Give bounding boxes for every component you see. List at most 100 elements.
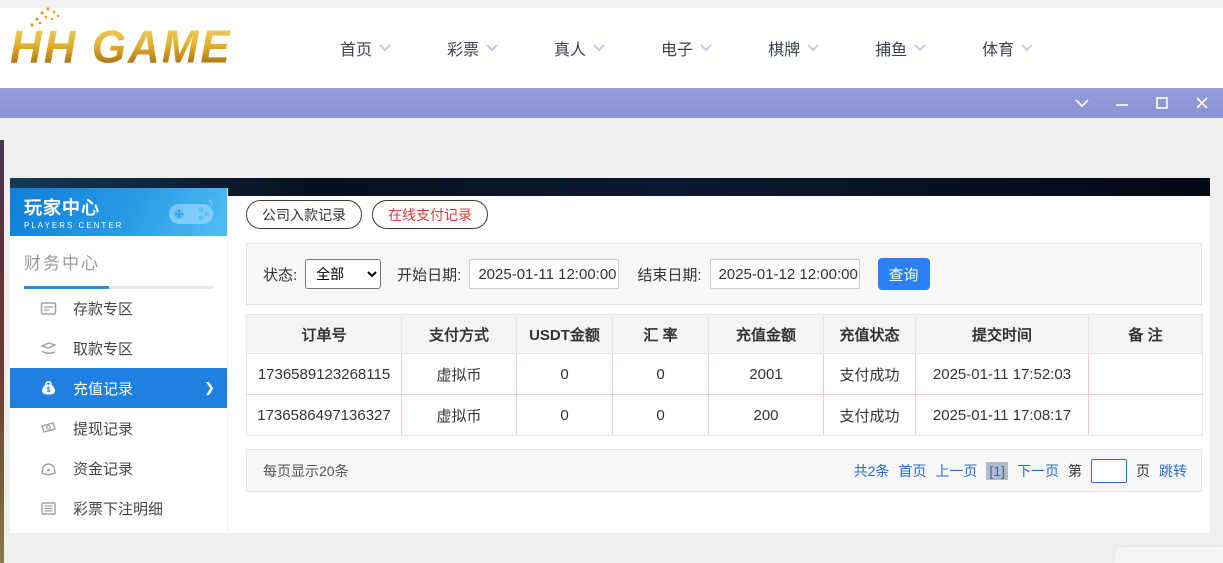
start-date-input[interactable] [469, 259, 619, 289]
desktop-edge-decoration [0, 140, 4, 563]
sidebar-item-funds-records[interactable]: 资金记录 [10, 448, 227, 488]
list-icon [40, 500, 57, 517]
chevron-down-icon [1074, 98, 1090, 108]
cell-exchange-rate: 0 [613, 354, 709, 395]
chevron-right-icon: ❯ [204, 380, 215, 396]
sidebar-item-withdrawal-records[interactable]: 提现记录 [10, 408, 227, 448]
chevron-down-icon [914, 44, 926, 52]
close-icon [1195, 96, 1209, 110]
col-payment-method: 支付方式 [402, 315, 517, 354]
money-bag-icon: $ [40, 380, 57, 397]
chevron-down-icon [379, 44, 391, 52]
window-dropdown-button[interactable] [1069, 92, 1095, 114]
chevron-down-icon [700, 44, 712, 52]
prev-page-link[interactable]: 上一页 [935, 461, 977, 481]
pagination-bar: 每页显示20条 共2条 首页 上一页 [1] 下一页 第 页 跳转 [246, 449, 1202, 492]
cell-submit-time: 2025-01-11 17:08:17 [916, 395, 1089, 436]
nav-item-cards[interactable]: 棋牌 [768, 36, 819, 60]
window-close-button[interactable] [1189, 92, 1215, 114]
brand-name: HH GAME [10, 22, 232, 75]
deposit-card-icon [40, 300, 57, 317]
sidebar-section-finance: 财务中心 [10, 236, 227, 288]
sidebar-item-withdraw-zone[interactable]: 取款专区 [10, 328, 227, 368]
total-count-text: 共2条 [854, 461, 890, 481]
col-usdt-amount: USDT金额 [517, 315, 613, 354]
nav-item-sports[interactable]: 体育 [982, 36, 1033, 60]
col-submit-time: 提交时间 [916, 315, 1089, 354]
cell-recharge-status: 支付成功 [824, 395, 916, 436]
maximize-icon [1155, 96, 1169, 110]
cell-order-id: 1736586497136327 [247, 395, 402, 436]
cell-usdt-amount: 0 [517, 395, 613, 436]
sidebar-item-deposit-zone[interactable]: 存款专区 [10, 288, 227, 328]
main-content: 公司入款记录 在线支付记录 状态: 全部 开始日期: 结束日期: 查询 订单号 … [236, 196, 1210, 533]
cell-recharge-amount: 200 [709, 395, 824, 436]
tab-company-deposit-records[interactable]: 公司入款记录 [246, 200, 362, 229]
status-label: 状态: [263, 264, 297, 285]
jump-page-input[interactable] [1091, 459, 1127, 483]
sidebar-item-lottery-bet-detail[interactable]: 彩票下注明细 [10, 488, 227, 528]
site-header: HH GAME 首页 彩票 真人 电子 棋牌 捕鱼 体育 [0, 0, 1223, 88]
minimize-icon [1114, 98, 1130, 108]
cell-exchange-rate: 0 [613, 395, 709, 436]
sidebar-item-recharge-records[interactable]: $ 充值记录 ❯ [10, 368, 227, 408]
sidebar: 玩家中心 PLAYERS CENTER 财务中心 存款专区 [10, 188, 228, 533]
cell-order-id: 1736589123268115 [247, 354, 402, 395]
cell-payment-method: 虚拟币 [402, 395, 517, 436]
current-page-indicator: [1] [986, 462, 1008, 480]
sidebar-item-label: 充值记录 [73, 378, 133, 399]
sidebar-item-label: 彩票下注明细 [73, 498, 163, 519]
floating-widget [1115, 547, 1223, 563]
filter-bar: 状态: 全部 开始日期: 结束日期: 查询 [246, 243, 1202, 305]
sidebar-item-label: 取款专区 [73, 338, 133, 359]
gamepad-icon [165, 196, 217, 230]
search-button[interactable]: 查询 [878, 258, 930, 290]
col-recharge-status: 充值状态 [824, 315, 916, 354]
col-recharge-amount: 充值金额 [709, 315, 824, 354]
table-row: 1736586497136327 虚拟币 0 0 200 支付成功 2025-0… [247, 395, 1203, 436]
withdraw-hand-icon [40, 340, 57, 357]
table-row: 1736589123268115 虚拟币 0 0 2001 支付成功 2025-… [247, 354, 1203, 395]
sidebar-item-label: 提现记录 [73, 418, 133, 439]
cell-payment-method: 虚拟币 [402, 354, 517, 395]
banknote-icon [40, 420, 57, 437]
col-remark: 备 注 [1089, 315, 1203, 354]
sidebar-item-label: 资金记录 [73, 458, 133, 479]
sidebar-menu: 存款专区 取款专区 $ 充值记录 ❯ 提现记录 [10, 288, 227, 528]
brand-logo[interactable]: HH GAME [10, 23, 290, 73]
chevron-down-icon [807, 44, 819, 52]
cell-recharge-status: 支付成功 [824, 354, 916, 395]
nav-item-fishing[interactable]: 捕鱼 [875, 36, 926, 60]
chevron-down-icon [486, 44, 498, 52]
nav-item-home[interactable]: 首页 [340, 36, 391, 60]
pager: 共2条 首页 上一页 [1] 下一页 第 页 跳转 [854, 459, 1187, 483]
cell-remark [1089, 354, 1203, 395]
nav-item-slots[interactable]: 电子 [661, 36, 712, 60]
main-nav: 首页 彩票 真人 电子 棋牌 捕鱼 体育 [340, 36, 1033, 60]
start-date-label: 开始日期: [397, 264, 461, 285]
sidebar-item-label: 存款专区 [73, 298, 133, 319]
record-tabs: 公司入款记录 在线支付记录 [246, 200, 1210, 229]
nav-item-live[interactable]: 真人 [554, 36, 605, 60]
jump-prefix-label: 第 [1068, 461, 1082, 481]
status-select[interactable]: 全部 [305, 259, 381, 289]
jump-button[interactable]: 跳转 [1159, 461, 1187, 481]
section-title: 财务中心 [24, 249, 213, 274]
sidebar-header: 玩家中心 PLAYERS CENTER [10, 188, 227, 236]
chevron-down-icon [593, 44, 605, 52]
first-page-link[interactable]: 首页 [898, 461, 926, 481]
window-maximize-button[interactable] [1149, 92, 1175, 114]
next-page-link[interactable]: 下一页 [1017, 461, 1059, 481]
jump-suffix-label: 页 [1136, 461, 1150, 481]
nav-item-lottery[interactable]: 彩票 [447, 36, 498, 60]
chevron-down-icon [1021, 44, 1033, 52]
player-center-window: 玩家中心 PLAYERS CENTER 财务中心 存款专区 [10, 178, 1210, 533]
col-order-id: 订单号 [247, 315, 402, 354]
page-size-text: 每页显示20条 [263, 461, 349, 481]
col-exchange-rate: 汇 率 [613, 315, 709, 354]
cell-usdt-amount: 0 [517, 354, 613, 395]
tab-online-payment-records[interactable]: 在线支付记录 [372, 200, 488, 229]
cell-submit-time: 2025-01-11 17:52:03 [916, 354, 1089, 395]
window-minimize-button[interactable] [1109, 92, 1135, 114]
end-date-input[interactable] [710, 259, 860, 289]
